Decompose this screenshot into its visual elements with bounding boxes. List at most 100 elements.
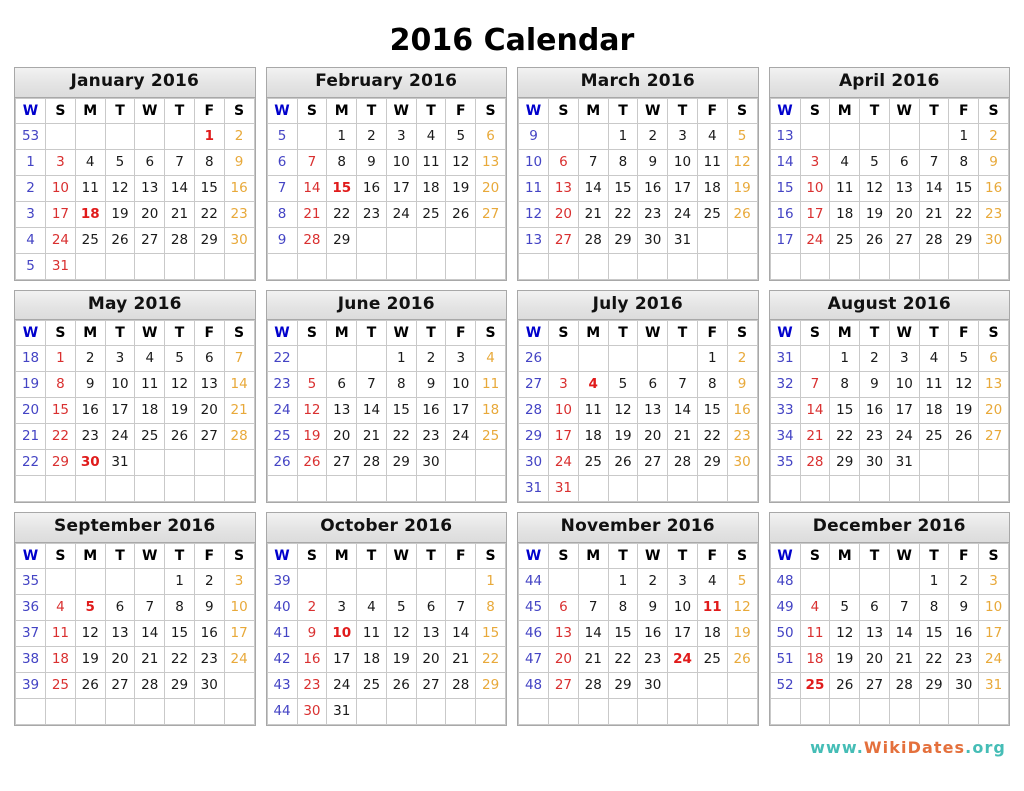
day-cell-weekday[interactable]: 24 xyxy=(888,423,920,451)
day-cell-weekday[interactable]: 4 xyxy=(415,122,447,150)
day-cell-weekday[interactable]: 6 xyxy=(859,593,890,621)
day-cell-saturday[interactable]: 4 xyxy=(475,345,506,373)
day-cell-weekday[interactable]: 1 xyxy=(918,567,950,595)
day-cell-weekday[interactable]: 1 xyxy=(607,567,639,595)
day-cell-weekday[interactable]: 13 xyxy=(193,371,225,399)
day-cell-sunday[interactable]: 14 xyxy=(799,397,831,425)
day-cell-saturday[interactable]: 10 xyxy=(978,593,1009,621)
day-cell-sunday[interactable]: 20 xyxy=(548,645,579,673)
day-cell-sunday[interactable]: 17 xyxy=(45,200,76,228)
day-cell-weekday[interactable]: 5 xyxy=(104,148,136,176)
day-cell-weekday[interactable]: 1 xyxy=(164,567,195,595)
day-cell-saturday[interactable]: 25 xyxy=(475,423,506,451)
day-cell-saturday[interactable]: 20 xyxy=(978,397,1009,425)
day-cell-weekday[interactable]: 16 xyxy=(637,619,669,647)
day-cell-weekday[interactable]: 7 xyxy=(577,593,609,621)
day-cell-weekday[interactable]: 7 xyxy=(134,593,166,621)
day-cell-saturday[interactable]: 22 xyxy=(475,645,506,673)
day-cell-weekday[interactable]: 18 xyxy=(415,174,447,202)
day-cell-weekday[interactable]: 29 xyxy=(829,449,861,477)
day-cell-weekday[interactable]: 19 xyxy=(164,397,195,425)
day-cell-sunday[interactable]: 24 xyxy=(548,449,579,477)
day-cell-weekday[interactable]: 12 xyxy=(607,397,639,425)
day-cell-weekday[interactable]: 31 xyxy=(104,449,136,477)
day-cell-sunday[interactable]: 28 xyxy=(799,449,831,477)
day-cell-weekday[interactable]: 19 xyxy=(948,397,980,425)
day-cell-weekday[interactable]: 4 xyxy=(356,593,387,621)
day-cell-saturday[interactable]: 26 xyxy=(726,645,758,673)
day-cell-weekday[interactable]: 28 xyxy=(888,671,920,699)
day-cell-weekday[interactable]: 24 xyxy=(104,423,136,451)
day-cell-weekday[interactable]: 22 xyxy=(918,645,950,673)
day-cell-weekday[interactable]: 21 xyxy=(667,423,698,451)
day-cell-weekday[interactable]: 25 xyxy=(134,423,166,451)
day-cell-weekday[interactable]: 7 xyxy=(888,593,920,621)
day-cell-weekday[interactable]: 14 xyxy=(445,619,477,647)
day-cell-weekday[interactable]: 6 xyxy=(637,371,669,399)
day-cell-weekday[interactable]: 10 xyxy=(445,371,477,399)
day-cell-sunday[interactable]: 10 xyxy=(45,174,76,202)
day-cell-saturday[interactable]: 5 xyxy=(726,122,758,150)
day-cell-saturday[interactable]: 13 xyxy=(475,148,506,176)
day-cell-weekday[interactable]: 12 xyxy=(948,371,980,399)
day-cell-weekday[interactable]: 19 xyxy=(104,200,136,228)
day-cell-weekday[interactable]: 17 xyxy=(667,619,698,647)
day-cell-weekday[interactable]: 2 xyxy=(193,567,225,595)
day-cell-weekday[interactable]: 28 xyxy=(918,226,950,254)
day-cell-saturday[interactable]: 12 xyxy=(726,148,758,176)
day-cell-weekday[interactable]: 26 xyxy=(164,423,195,451)
day-cell-weekday[interactable]: 8 xyxy=(193,148,225,176)
day-cell-saturday[interactable]: 20 xyxy=(475,174,506,202)
day-cell-saturday[interactable]: 9 xyxy=(726,371,758,399)
day-cell-weekday[interactable]: 6 xyxy=(415,593,447,621)
day-cell-weekday[interactable]: 7 xyxy=(164,148,195,176)
day-cell-sunday[interactable]: 10 xyxy=(799,174,831,202)
day-cell-saturday[interactable]: 19 xyxy=(726,174,758,202)
day-cell-weekday[interactable]: 8 xyxy=(607,593,639,621)
day-cell-weekday[interactable]: 15 xyxy=(385,397,417,425)
day-cell-weekday[interactable]: 22 xyxy=(385,423,417,451)
day-cell-weekday[interactable]: 26 xyxy=(859,226,890,254)
day-cell-weekday[interactable]: 15 xyxy=(193,174,225,202)
day-cell-weekday[interactable]: 1 xyxy=(385,345,417,373)
day-cell-weekday[interactable]: 12 xyxy=(164,371,195,399)
day-cell-weekday[interactable]: 8 xyxy=(918,593,950,621)
day-cell-saturday[interactable]: 6 xyxy=(978,345,1009,373)
day-cell-weekday[interactable]: 29 xyxy=(918,671,950,699)
day-cell-holiday[interactable]: 1 xyxy=(193,122,225,150)
day-cell-weekday[interactable]: 29 xyxy=(193,226,225,254)
day-cell-weekday[interactable]: 23 xyxy=(637,645,669,673)
day-cell-weekday[interactable]: 10 xyxy=(888,371,920,399)
day-cell-weekday[interactable]: 3 xyxy=(667,567,698,595)
day-cell-weekday[interactable]: 22 xyxy=(607,645,639,673)
day-cell-sunday[interactable]: 31 xyxy=(548,475,579,503)
day-cell-weekday[interactable]: 11 xyxy=(134,371,166,399)
day-cell-weekday[interactable]: 9 xyxy=(637,593,669,621)
day-cell-holiday[interactable]: 10 xyxy=(326,619,358,647)
day-cell-weekday[interactable]: 6 xyxy=(193,345,225,373)
day-cell-weekday[interactable]: 24 xyxy=(326,671,358,699)
day-cell-saturday[interactable]: 5 xyxy=(726,567,758,595)
day-cell-weekday[interactable]: 24 xyxy=(445,423,477,451)
day-cell-sunday[interactable]: 23 xyxy=(296,671,328,699)
day-cell-weekday[interactable]: 27 xyxy=(888,226,920,254)
day-cell-weekday[interactable]: 15 xyxy=(829,397,861,425)
day-cell-weekday[interactable]: 14 xyxy=(134,619,166,647)
day-cell-weekday[interactable]: 29 xyxy=(696,449,728,477)
day-cell-sunday[interactable]: 3 xyxy=(548,371,579,399)
day-cell-sunday[interactable]: 15 xyxy=(45,397,76,425)
day-cell-sunday[interactable]: 31 xyxy=(45,252,76,280)
day-cell-holiday[interactable]: 5 xyxy=(74,593,106,621)
day-cell-weekday[interactable]: 3 xyxy=(667,122,698,150)
day-cell-weekday[interactable]: 19 xyxy=(445,174,477,202)
day-cell-weekday[interactable]: 22 xyxy=(607,200,639,228)
day-cell-weekday[interactable]: 29 xyxy=(607,226,639,254)
day-cell-weekday[interactable]: 5 xyxy=(164,345,195,373)
day-cell-weekday[interactable]: 11 xyxy=(356,619,387,647)
day-cell-sunday[interactable]: 20 xyxy=(548,200,579,228)
day-cell-weekday[interactable]: 21 xyxy=(918,200,950,228)
day-cell-weekday[interactable]: 24 xyxy=(667,200,698,228)
day-cell-weekday[interactable]: 26 xyxy=(445,200,477,228)
day-cell-sunday[interactable]: 9 xyxy=(296,619,328,647)
day-cell-weekday[interactable]: 13 xyxy=(104,619,136,647)
